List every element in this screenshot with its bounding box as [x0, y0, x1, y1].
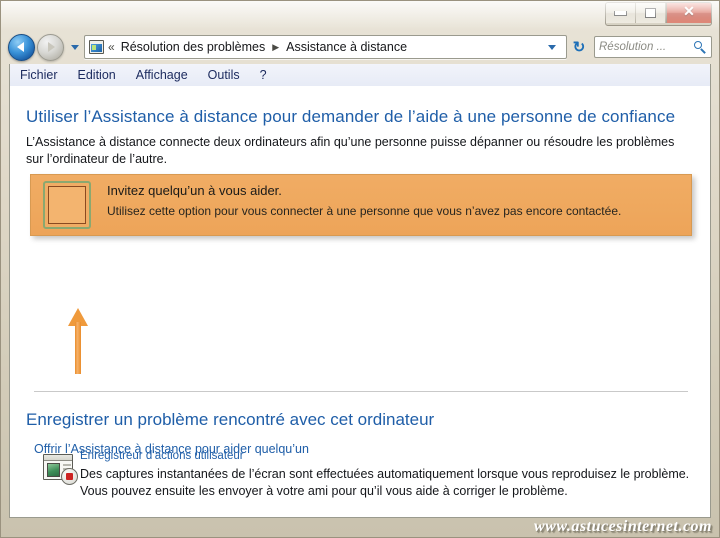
search-input[interactable]: Résolution ...: [599, 41, 694, 53]
troubleshooting-window: ✕ « Résolution des problèmes ▶ Assistanc…: [0, 0, 720, 538]
menu-item-outils[interactable]: Outils: [198, 66, 250, 84]
minimize-button[interactable]: [606, 3, 636, 23]
content-pane: Utiliser l’Assistance à distance pour de…: [9, 86, 711, 518]
site-watermark: www.astucesinternet.com: [533, 518, 712, 535]
page-description: L’Assistance à distance connecte deux or…: [26, 135, 675, 166]
recorder-thumbnail-shape: [47, 463, 60, 477]
recent-pages-button[interactable]: [68, 35, 82, 59]
invite-icon-inner: [48, 186, 86, 224]
forward-button[interactable]: [37, 33, 64, 61]
address-dropdown-button[interactable]: [542, 44, 564, 50]
refresh-button[interactable]: ↻: [568, 35, 590, 59]
problem-recorder-icon: [43, 454, 78, 485]
menu-bar: Fichier Edition Affichage Outils ?: [9, 64, 711, 86]
maximize-icon: [645, 8, 656, 18]
record-dot: [66, 473, 73, 480]
menu-item-help[interactable]: ?: [250, 66, 277, 84]
section-title-record-problem: Enregistrer un problème rencontré avec c…: [26, 410, 435, 429]
breadcrumb-item-remote-assistance[interactable]: Assistance à distance: [284, 40, 409, 54]
refresh-icon: ↻: [572, 38, 586, 56]
maximize-button[interactable]: [636, 3, 666, 23]
menu-item-fichier[interactable]: Fichier: [10, 66, 68, 84]
breadcrumb-item-troubleshooting[interactable]: Résolution des problèmes: [119, 40, 268, 54]
address-bar[interactable]: « Résolution des problèmes ▶ Assistance …: [84, 35, 567, 59]
option-title: Invitez quelqu’un à vous aider.: [107, 183, 282, 198]
section-divider: [34, 391, 688, 392]
window-controls: ✕: [605, 2, 712, 26]
arrow-left-icon: [17, 42, 24, 52]
back-button[interactable]: [8, 33, 35, 61]
recorder-line: [63, 464, 71, 466]
record-button-icon: [61, 468, 78, 485]
annotation-arrow-icon: [66, 308, 90, 374]
breadcrumb-separator-icon[interactable]: ▶: [267, 42, 284, 53]
menu-item-edition[interactable]: Edition: [68, 66, 126, 84]
arrow-right-icon: [48, 42, 55, 52]
problem-recorder-link[interactable]: Enregistreur d’actions utilisateur: [80, 450, 244, 462]
title-bar: ✕: [0, 0, 720, 30]
troubleshooting-icon: [89, 40, 104, 54]
option-subtitle: Utilisez cette option pour vous connecte…: [107, 204, 622, 218]
chevron-down-icon: [548, 44, 556, 50]
recorder-titlebar-shape: [44, 455, 72, 461]
invite-someone-option[interactable]: Invitez quelqu’un à vous aider. Utilisez…: [30, 174, 692, 236]
problem-recorder-description: Des captures instantanées de l’écran son…: [80, 467, 690, 498]
navigation-bar: « Résolution des problèmes ▶ Assistance …: [8, 32, 712, 62]
page-title: Utiliser l’Assistance à distance pour de…: [26, 107, 676, 126]
close-button[interactable]: ✕: [666, 3, 711, 23]
search-icon: [694, 40, 707, 54]
menu-item-affichage[interactable]: Affichage: [126, 66, 198, 84]
chevron-down-icon: [71, 44, 79, 50]
close-icon: ✕: [683, 5, 695, 20]
breadcrumb-overflow-icon[interactable]: «: [107, 40, 119, 54]
arrow-shaft: [75, 322, 81, 374]
invite-icon: [43, 181, 91, 229]
minimize-icon: [614, 10, 627, 16]
search-box[interactable]: Résolution ...: [594, 36, 712, 58]
